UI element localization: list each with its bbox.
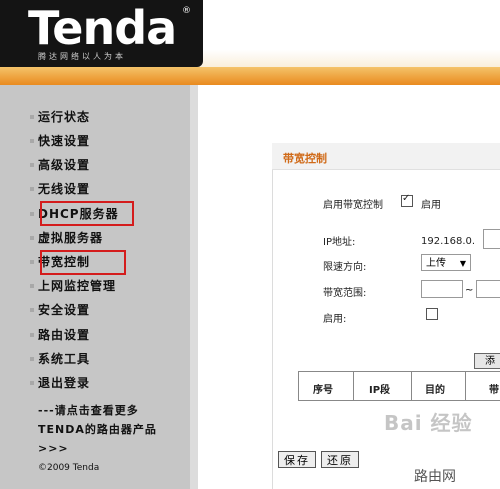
bullet-icon (30, 236, 34, 240)
bullet-icon (30, 139, 34, 143)
baidu-watermark: Bai 经验 (384, 411, 473, 435)
column-divider (465, 372, 466, 400)
sidebar-item-label: 快速设置 (38, 134, 91, 148)
ip-prefix: 192.168.0. (421, 236, 476, 247)
panel-title: 带宽控制 (283, 152, 327, 165)
column-header: IP段 (369, 385, 391, 396)
bullet-icon (30, 381, 34, 385)
ip-label: IP地址: (323, 237, 356, 248)
column-divider (353, 372, 354, 400)
bullet-icon (30, 187, 34, 191)
column-divider (411, 372, 412, 400)
sidebar-item-advanced[interactable]: 高级设置 (30, 156, 91, 174)
logo-slogan: 腾达网络以人为本 (38, 52, 126, 61)
highlight-dhcp (40, 201, 134, 226)
highlight-bandwidth (40, 250, 126, 275)
column-header: 目的 (425, 385, 445, 396)
sidebar-item-label: 高级设置 (38, 158, 91, 172)
tenda-logo: Tenda ® 腾达网络以人为本 (0, 0, 203, 67)
sidebar-item-wireless[interactable]: 无线设置 (30, 180, 91, 198)
bullet-icon (30, 357, 34, 361)
bullet-icon (30, 284, 34, 288)
sidebar-item-label: 虚拟服务器 (38, 231, 104, 245)
range-label: 带宽范围: (323, 288, 367, 299)
header: Tenda ® 腾达网络以人为本 (0, 0, 500, 90)
sidebar-item-virtual-server[interactable]: 虚拟服务器 (30, 229, 104, 247)
enable-rule-checkbox[interactable] (426, 308, 438, 320)
sidebar-item-label: 安全设置 (38, 303, 91, 317)
column-header: 序号 (313, 385, 333, 396)
sidebar-item-status[interactable]: 运行状态 (30, 108, 91, 126)
enable-bandwidth-checkbox[interactable] (401, 193, 413, 207)
enable-bandwidth-label: 启用带宽控制 (323, 200, 383, 211)
content-gutter (190, 85, 198, 489)
site-watermark: 路由网 (411, 466, 459, 486)
header-band (0, 67, 500, 85)
copyright: ©2009 Tenda (38, 463, 100, 473)
sidebar-item-monitoring[interactable]: 上网监控管理 (30, 277, 117, 295)
sidebar-item-label: 运行状态 (38, 110, 91, 124)
bullet-icon (30, 163, 34, 167)
more-products-link-2[interactable]: TENDA的路由器产品 (38, 421, 157, 439)
sidebar-item-system-tools[interactable]: 系统工具 (30, 350, 91, 368)
sidebar-item-label: 上网监控管理 (38, 279, 117, 293)
sidebar-item-quick-setup[interactable]: 快速设置 (30, 132, 91, 150)
direction-label: 限速方向: (323, 262, 367, 273)
bandwidth-panel (272, 143, 500, 489)
registered-mark: ® (182, 6, 191, 16)
range-separator: ~ (465, 285, 474, 296)
range-max-input[interactable] (476, 280, 500, 298)
rules-table-header: 序号 IP段 目的 带 (298, 371, 500, 401)
sidebar-item-label: 路由设置 (38, 328, 91, 342)
add-button[interactable]: 添 (474, 353, 500, 369)
more-products-arrow[interactable]: >>> (38, 440, 69, 458)
enable-label: 启用: (323, 314, 347, 325)
restore-button[interactable]: 还原 (321, 451, 359, 468)
bullet-icon (30, 115, 34, 119)
enable-text: 启用 (421, 200, 441, 211)
sidebar-item-routing[interactable]: 路由设置 (30, 326, 91, 344)
direction-select[interactable]: 上传 ▼ (421, 254, 471, 271)
ip-input[interactable] (483, 229, 500, 249)
bullet-icon (30, 212, 34, 216)
bullet-icon (30, 308, 34, 312)
logo-text: Tenda (28, 1, 177, 55)
direction-value: 上传 (426, 258, 446, 269)
chevron-down-icon: ▼ (459, 259, 466, 268)
bullet-icon (30, 333, 34, 337)
column-header: 带 (489, 385, 499, 396)
sidebar-item-logout[interactable]: 退出登录 (30, 374, 91, 392)
sidebar-item-label: 退出登录 (38, 376, 91, 390)
save-button[interactable]: 保存 (278, 451, 316, 468)
more-products-link[interactable]: ---请点击查看更多 (38, 402, 139, 420)
range-min-input[interactable] (421, 280, 463, 298)
bullet-icon (30, 260, 34, 264)
sidebar-item-label: 系统工具 (38, 352, 91, 366)
sidebar-item-label: 无线设置 (38, 182, 91, 196)
sidebar-item-security[interactable]: 安全设置 (30, 301, 91, 319)
